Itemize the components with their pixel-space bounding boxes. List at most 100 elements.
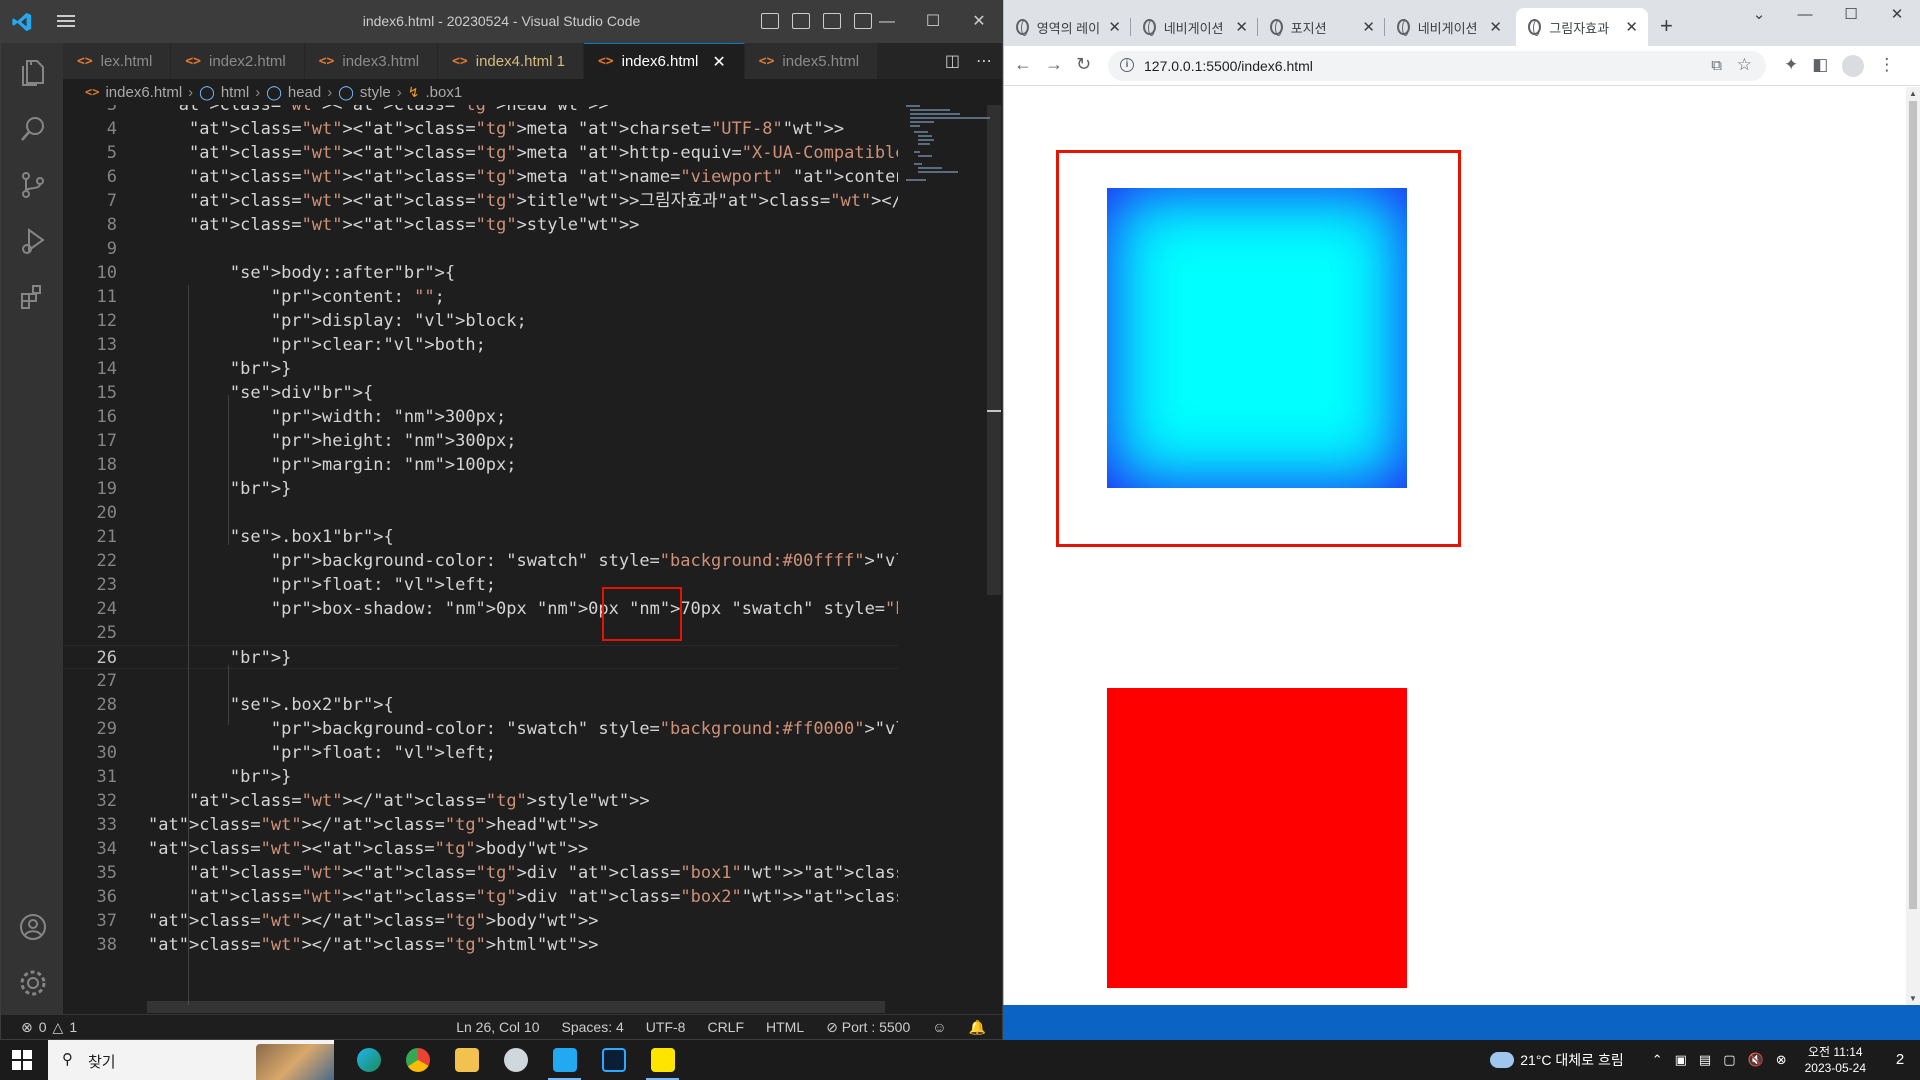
close-tab-icon[interactable]: ✕ bbox=[1625, 18, 1638, 36]
browser-tab[interactable]: 포지션 ✕ bbox=[1258, 8, 1385, 46]
error-count[interactable]: 0 bbox=[39, 1019, 47, 1036]
close-tab-icon[interactable]: ✕ bbox=[1362, 18, 1375, 36]
code-line[interactable]: 4 "at">class="wt"><"at">class="tg">meta … bbox=[63, 117, 898, 141]
app-icon[interactable] bbox=[491, 1040, 540, 1080]
more-actions-icon[interactable]: ⋯ bbox=[976, 51, 992, 71]
source-control-icon[interactable] bbox=[17, 169, 49, 201]
code-line[interactable]: 6 "at">class="wt"><"at">class="tg">meta … bbox=[63, 165, 898, 189]
kakaotalk-icon[interactable] bbox=[638, 1040, 687, 1080]
browser-tab[interactable]: 영역의 레이 ✕ bbox=[1004, 8, 1131, 46]
explorer-icon[interactable] bbox=[17, 57, 49, 89]
kebab-menu-icon[interactable]: ⋮ bbox=[1878, 55, 1895, 77]
status-x-icon[interactable]: ⊗ bbox=[1776, 1052, 1787, 1068]
share-icon[interactable]: ⧉ bbox=[1711, 57, 1722, 74]
scroll-up-icon[interactable]: ▲ bbox=[1909, 89, 1917, 98]
minimap[interactable] bbox=[906, 105, 994, 185]
tab-index4[interactable]: <> index4.html 1 bbox=[438, 43, 584, 79]
new-tab-button[interactable]: + bbox=[1660, 13, 1673, 39]
notifications-bell-icon[interactable]: 🔔 bbox=[969, 1019, 986, 1036]
search-icon[interactable] bbox=[17, 113, 49, 145]
back-arrow-icon[interactable]: ← bbox=[1014, 54, 1032, 75]
editor-horizontal-scrollbar[interactable] bbox=[147, 1001, 885, 1013]
close-tab-icon[interactable]: ✕ bbox=[712, 52, 725, 72]
breadcrumb-html[interactable]: html bbox=[221, 84, 249, 101]
tab-index2[interactable]: <> index2.html bbox=[171, 43, 305, 79]
close-tab-icon[interactable]: ✕ bbox=[1108, 18, 1121, 36]
code-text: "pr">box-shadow: "nm">0px "nm">0px "nm">… bbox=[270, 599, 898, 619]
toggle-primary-sidebar-icon[interactable] bbox=[761, 13, 779, 29]
clock[interactable]: 오전 11:14 2023-05-24 bbox=[1805, 1044, 1866, 1076]
tab-index3[interactable]: <> index3.html bbox=[304, 43, 439, 79]
editor-vertical-scrollbar[interactable] bbox=[987, 105, 1001, 1005]
code-editor[interactable]: 3 "at">class="wt"><"at">class="tg">head"… bbox=[63, 105, 898, 1005]
edge-icon[interactable] bbox=[344, 1040, 393, 1080]
close-button[interactable]: ✕ bbox=[956, 1, 1002, 43]
encoding[interactable]: UTF-8 bbox=[646, 1019, 686, 1036]
browser-tab[interactable]: 네비게이션 ✕ bbox=[1131, 8, 1258, 46]
extensions-icon[interactable] bbox=[17, 281, 49, 313]
chrome-icon[interactable] bbox=[393, 1040, 442, 1080]
tab-lex[interactable]: <> lex.html bbox=[63, 43, 172, 79]
site-info-icon[interactable]: i bbox=[1120, 58, 1134, 72]
line-number: 37 bbox=[96, 911, 117, 931]
close-button[interactable]: ✕ bbox=[1874, 0, 1920, 30]
breadcrumb-style[interactable]: style bbox=[360, 84, 391, 101]
side-panel-icon[interactable]: ◧ bbox=[1812, 55, 1828, 77]
code-line[interactable]: 3 "at">class="wt"><"at">class="tg">head"… bbox=[63, 105, 898, 117]
language-mode[interactable]: HTML bbox=[766, 1019, 804, 1036]
close-tab-icon[interactable]: ✕ bbox=[1235, 18, 1248, 36]
code-line[interactable]: 8 "at">class="wt"><"at">class="tg">style… bbox=[63, 213, 898, 237]
profile-avatar-icon[interactable] bbox=[1842, 55, 1865, 77]
browser-tab[interactable]: 네비게이션 ✕ bbox=[1385, 8, 1512, 46]
code-line[interactable]: 5 "at">class="wt"><"at">class="tg">meta … bbox=[63, 141, 898, 165]
split-editor-icon[interactable]: ◫ bbox=[945, 51, 960, 71]
warning-icon[interactable]: △ bbox=[53, 1019, 64, 1036]
error-icon[interactable]: ⊗ bbox=[21, 1019, 33, 1036]
live-server-port[interactable]: ⊘ Port : 5500 bbox=[826, 1019, 910, 1036]
chevron-up-icon[interactable]: ⌃ bbox=[1652, 1052, 1663, 1068]
display-icon[interactable]: ▤ bbox=[1699, 1052, 1711, 1068]
toggle-panel-icon[interactable] bbox=[792, 13, 810, 29]
vscode-icon[interactable] bbox=[540, 1040, 589, 1080]
weather-widget[interactable]: 21°C 대체로 흐림 bbox=[1490, 1050, 1624, 1070]
indentation[interactable]: Spaces: 4 bbox=[562, 1019, 624, 1036]
tab-search-icon[interactable]: ⌄ bbox=[1736, 0, 1782, 30]
close-tab-icon[interactable]: ✕ bbox=[1489, 18, 1502, 36]
tab-index6[interactable]: <> index6.html ✕ bbox=[583, 43, 745, 79]
breadcrumb-head[interactable]: head bbox=[288, 84, 321, 101]
bookmark-star-icon[interactable]: ☆ bbox=[1737, 55, 1752, 75]
code-line[interactable]: 10 "se">body::after"br">{ bbox=[63, 261, 898, 285]
toggle-secondary-sidebar-icon[interactable] bbox=[823, 13, 841, 29]
minimize-button[interactable]: — bbox=[864, 1, 910, 43]
maximize-button[interactable]: ☐ bbox=[1828, 0, 1874, 30]
code-line[interactable]: 9 bbox=[63, 237, 898, 261]
breadcrumb-box1[interactable]: .box1 bbox=[425, 84, 462, 101]
accounts-icon[interactable] bbox=[17, 911, 49, 943]
reload-icon[interactable]: ↻ bbox=[1076, 54, 1091, 75]
monitor-icon[interactable]: ▢ bbox=[1723, 1052, 1735, 1068]
browser-tab-active[interactable]: 그림자효과 ✕ bbox=[1516, 8, 1648, 46]
windows-start-icon[interactable] bbox=[12, 1050, 32, 1070]
page-scrollbar[interactable]: ▲ ▼ bbox=[1906, 87, 1920, 1005]
extensions-puzzle-icon[interactable]: ✦ bbox=[1784, 55, 1798, 77]
feedback-icon[interactable]: ☺ bbox=[932, 1019, 946, 1036]
warning-count[interactable]: 1 bbox=[69, 1019, 77, 1036]
cursor-position[interactable]: Ln 26, Col 10 bbox=[456, 1019, 539, 1036]
breadcrumb-file[interactable]: index6.html bbox=[105, 84, 182, 101]
code-line[interactable]: 7 "at">class="wt"><"at">class="tg">title… bbox=[63, 189, 898, 213]
forward-arrow-icon[interactable]: → bbox=[1045, 54, 1063, 75]
taskbar-search[interactable]: ⚲ 찾기 bbox=[48, 1040, 334, 1080]
scroll-down-icon[interactable]: ▼ bbox=[1909, 994, 1917, 1003]
tab-index5[interactable]: <> index5.html bbox=[744, 43, 879, 79]
minimize-button[interactable]: — bbox=[1782, 0, 1828, 30]
photoshop-icon[interactable] bbox=[589, 1040, 638, 1080]
end-of-line[interactable]: CRLF bbox=[707, 1019, 744, 1036]
run-debug-icon[interactable] bbox=[17, 225, 49, 257]
file-explorer-icon[interactable] bbox=[442, 1040, 491, 1080]
maximize-button[interactable]: ☐ bbox=[910, 1, 956, 43]
address-bar[interactable]: i 127.0.0.1:5500/index6.html ⧉ ☆ bbox=[1108, 51, 1766, 81]
volume-muted-icon[interactable]: 🔇 bbox=[1748, 1052, 1764, 1068]
notification-center-icon[interactable]: 2 bbox=[1880, 1040, 1920, 1080]
network-icon[interactable]: ▣ bbox=[1675, 1052, 1687, 1068]
settings-gear-icon[interactable] bbox=[17, 967, 49, 999]
